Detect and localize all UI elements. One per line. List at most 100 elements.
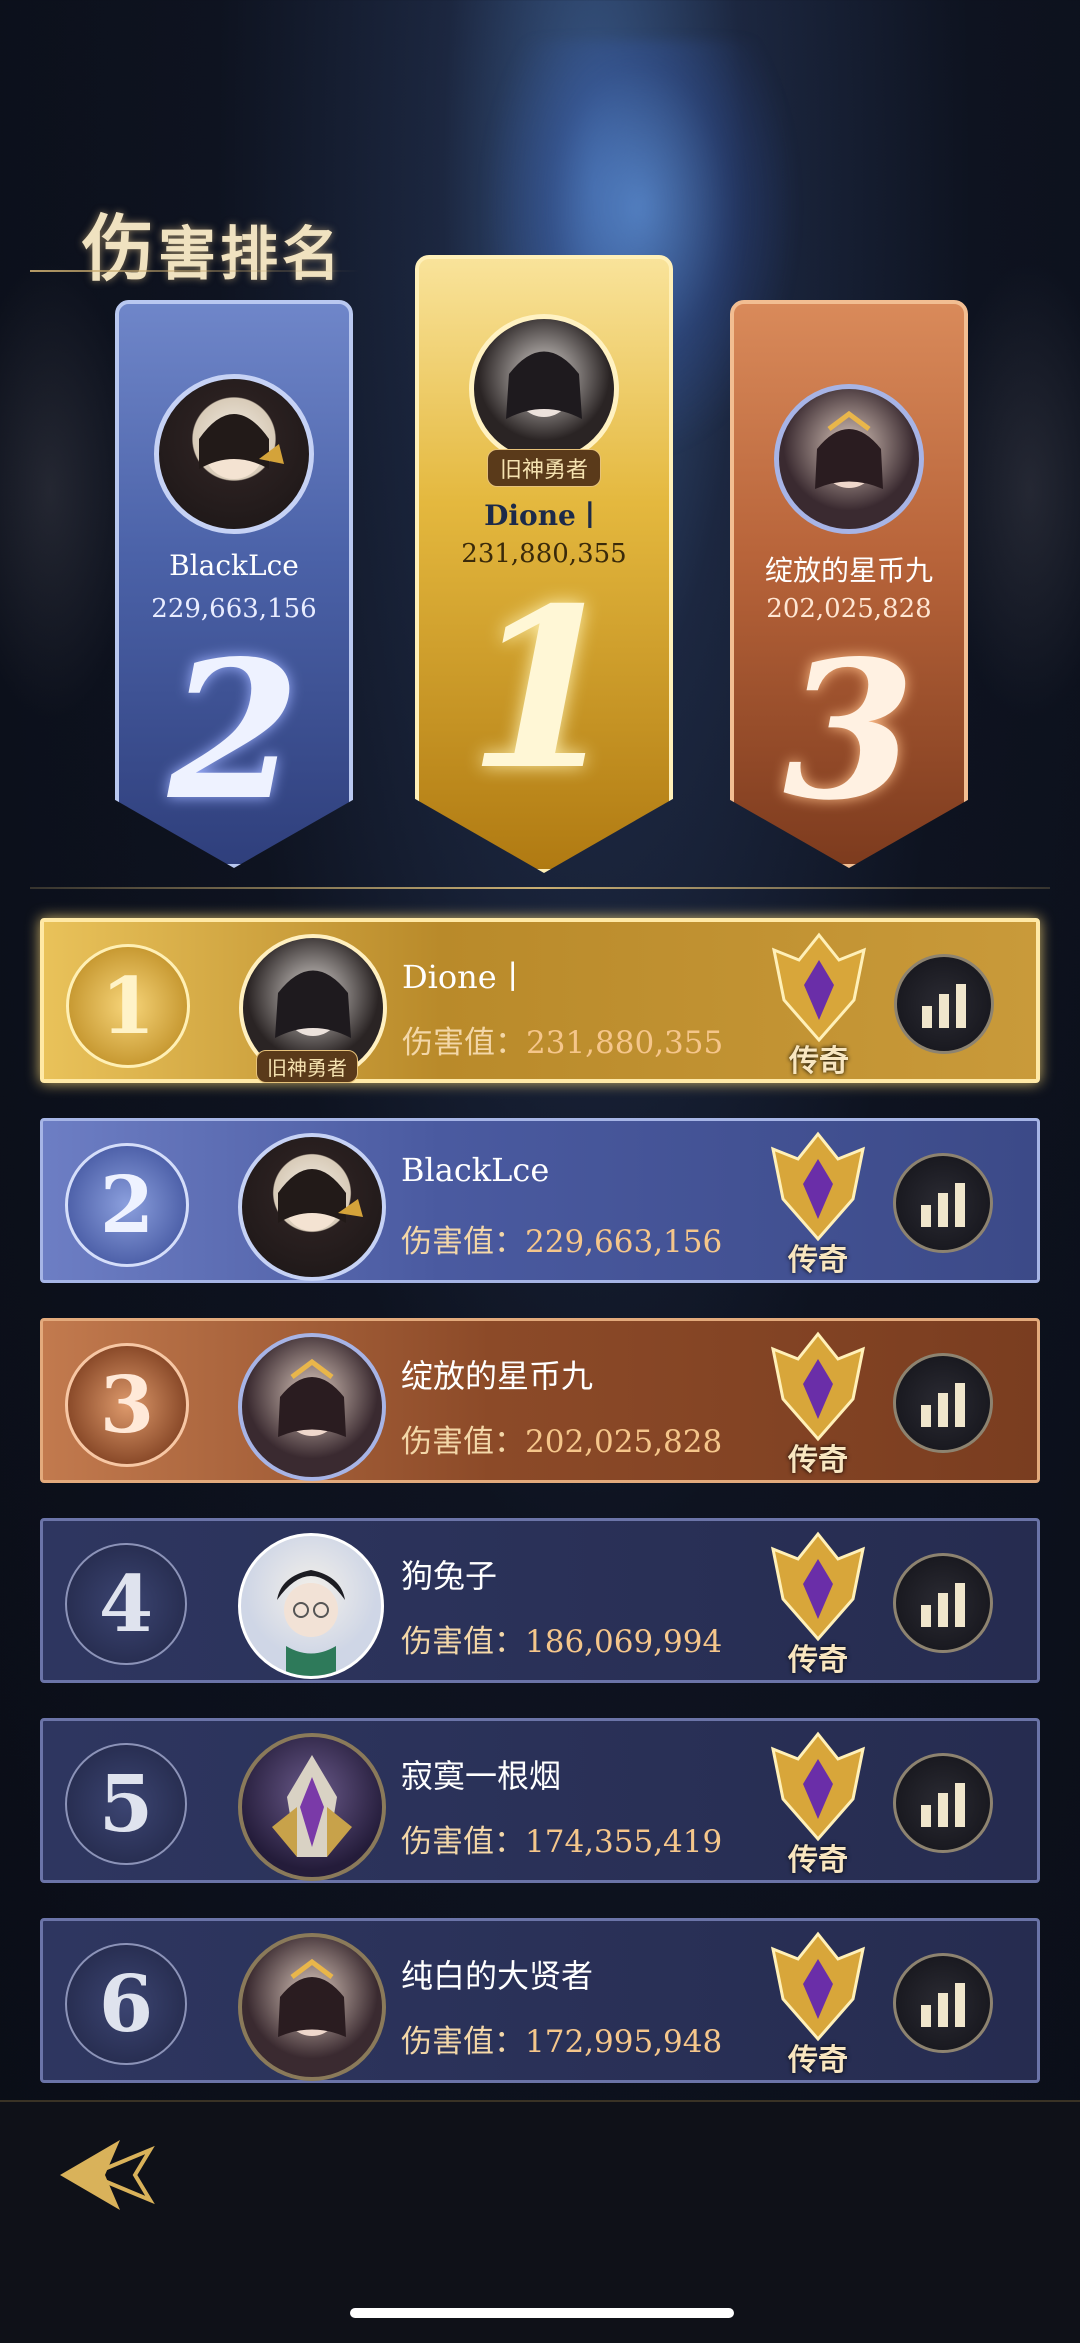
rank-badge: 6	[65, 1943, 187, 2065]
bar-chart-icon	[921, 1183, 965, 1227]
legend-tier-emblem-icon	[770, 1731, 866, 1842]
avatar-portrait	[815, 410, 883, 489]
player-name: Dione丨	[402, 958, 529, 996]
podium-player-name: BlackLce	[169, 549, 299, 582]
damage-line: 伤害值：186,069,994	[401, 1616, 722, 1661]
avatar-portrait	[278, 1169, 363, 1231]
damage-value: 229,663,156	[525, 1224, 723, 1260]
damage-value: 186,069,994	[525, 1624, 723, 1660]
avatar	[238, 1133, 386, 1281]
legend-tier-emblem-icon	[770, 1931, 866, 2042]
damage-line: 伤害值：202,025,828	[401, 1416, 722, 1461]
avatar	[238, 1333, 386, 1481]
stats-button[interactable]	[893, 1153, 993, 1253]
tier-badge: 传奇	[764, 930, 874, 1080]
bar-chart-icon	[921, 1583, 965, 1627]
avatar	[154, 374, 314, 534]
home-indicator[interactable]	[350, 2308, 734, 2318]
legend-tier-emblem-icon	[770, 1331, 866, 1442]
ranking-row[interactable]: 6 纯白的大贤者 伤害值：172,995,948 传奇	[40, 1918, 1040, 2083]
podium-banner-rank-1[interactable]: 旧神勇者 Dione丨 231,880,355 1	[415, 255, 673, 873]
ranking-row[interactable]: 1 旧神勇者 Dione丨 伤害值：231,880,355 传奇	[40, 918, 1040, 1083]
legend-tier-emblem-icon	[770, 1531, 866, 1642]
damage-value: 202,025,828	[525, 1424, 723, 1460]
rank-badge: 4	[65, 1543, 187, 1665]
podium-banner-rank-2[interactable]: BlackLce 229,663,156 2	[115, 300, 353, 868]
tier-label: 传奇	[788, 1843, 848, 1878]
rank-badge: 2	[65, 1143, 189, 1267]
damage-line: 伤害值：229,663,156	[401, 1216, 722, 1261]
bar-chart-icon	[921, 1383, 965, 1427]
damage-line: 伤害值：231,880,355	[402, 1017, 723, 1062]
player-name: 狗兔子	[401, 1557, 498, 1595]
player-name: 纯白的大贤者	[401, 1957, 594, 1995]
podium-player-name: Dione丨	[484, 499, 604, 532]
avatar	[469, 314, 619, 464]
section-divider	[30, 887, 1050, 889]
stats-button[interactable]	[893, 1753, 993, 1853]
tier-label: 传奇	[788, 1443, 848, 1478]
tier-badge: 传奇	[763, 1729, 873, 1879]
damage-label: 伤害值：	[401, 1624, 525, 1660]
stats-button[interactable]	[893, 1553, 993, 1653]
tier-label: 传奇	[789, 1044, 849, 1079]
player-name: BlackLce	[401, 1151, 550, 1189]
avatar	[238, 1733, 386, 1881]
tier-badge: 传奇	[763, 1329, 873, 1479]
tier-badge: 传奇	[763, 1529, 873, 1679]
legend-tier-emblem-icon	[771, 932, 867, 1043]
legend-tier-emblem-icon	[770, 1131, 866, 1242]
bar-chart-icon	[922, 984, 966, 1028]
podium-player-name: 绽放的星币九	[764, 554, 933, 587]
avatar	[238, 1933, 386, 2081]
damage-value: 174,355,419	[525, 1824, 723, 1860]
page-title: 伤害排名	[82, 206, 345, 291]
back-arrow-icon	[60, 2140, 155, 2210]
avatar-tag: 旧神勇者	[486, 449, 602, 487]
avatar-portrait	[278, 1358, 346, 1437]
avatar-portrait	[199, 414, 284, 479]
avatar	[774, 384, 924, 534]
stats-button[interactable]	[894, 954, 994, 1054]
damage-value: 172,995,948	[525, 2024, 723, 2060]
damage-value: 231,880,355	[526, 1025, 724, 1061]
damage-label: 伤害值：	[401, 1224, 525, 1260]
ranking-row[interactable]: 3 绽放的星币九 伤害值：202,025,828 传奇	[40, 1318, 1040, 1483]
rank-badge: 3	[65, 1343, 189, 1467]
avatar-portrait	[278, 1958, 346, 2037]
player-name: 绽放的星币九	[401, 1357, 594, 1395]
avatar-portrait	[506, 351, 582, 419]
bar-chart-icon	[921, 1783, 965, 1827]
back-button[interactable]	[50, 2120, 160, 2230]
bottom-bar	[0, 2100, 1080, 2343]
tier-label: 传奇	[788, 1243, 848, 1278]
podium-rank-number: 2	[167, 619, 301, 842]
avatar-tag: 旧神勇者	[256, 1050, 358, 1083]
rank-badge: 1	[66, 944, 190, 1068]
avatar	[238, 1533, 384, 1679]
player-name: 寂寞一根烟	[401, 1757, 562, 1795]
avatar-portrait	[277, 1570, 345, 1676]
title-underline	[30, 270, 360, 272]
stats-button[interactable]	[893, 1353, 993, 1453]
podium-rank-number: 1	[467, 559, 621, 818]
tier-badge: 传奇	[763, 1929, 873, 2079]
podium-rank-number: 3	[782, 619, 916, 842]
ranking-row[interactable]: 5 寂寞一根烟 伤害值：174,355,419 传奇	[40, 1718, 1040, 1883]
stats-button[interactable]	[893, 1953, 993, 2053]
podium-banner-rank-3[interactable]: 绽放的星币九 202,025,828 3	[730, 300, 968, 868]
tier-label: 传奇	[788, 1643, 848, 1678]
damage-line: 伤害值：172,995,948	[401, 2016, 722, 2061]
damage-label: 伤害值：	[401, 1424, 525, 1460]
ranking-row[interactable]: 2 BlackLce 伤害值：229,663,156 传奇	[40, 1118, 1040, 1283]
bar-chart-icon	[921, 1983, 965, 2027]
damage-label: 伤害值：	[401, 1824, 525, 1860]
avatar-portrait	[272, 1755, 352, 1857]
rank-badge: 5	[65, 1743, 187, 1865]
ranking-row[interactable]: 4 狗兔子 伤害值：186,069,994 传奇	[40, 1518, 1040, 1683]
tier-badge: 传奇	[763, 1129, 873, 1279]
damage-label: 伤害值：	[401, 2024, 525, 2060]
damage-label: 伤害值：	[402, 1025, 526, 1061]
damage-line: 伤害值：174,355,419	[401, 1816, 722, 1861]
tier-label: 传奇	[788, 2043, 848, 2078]
